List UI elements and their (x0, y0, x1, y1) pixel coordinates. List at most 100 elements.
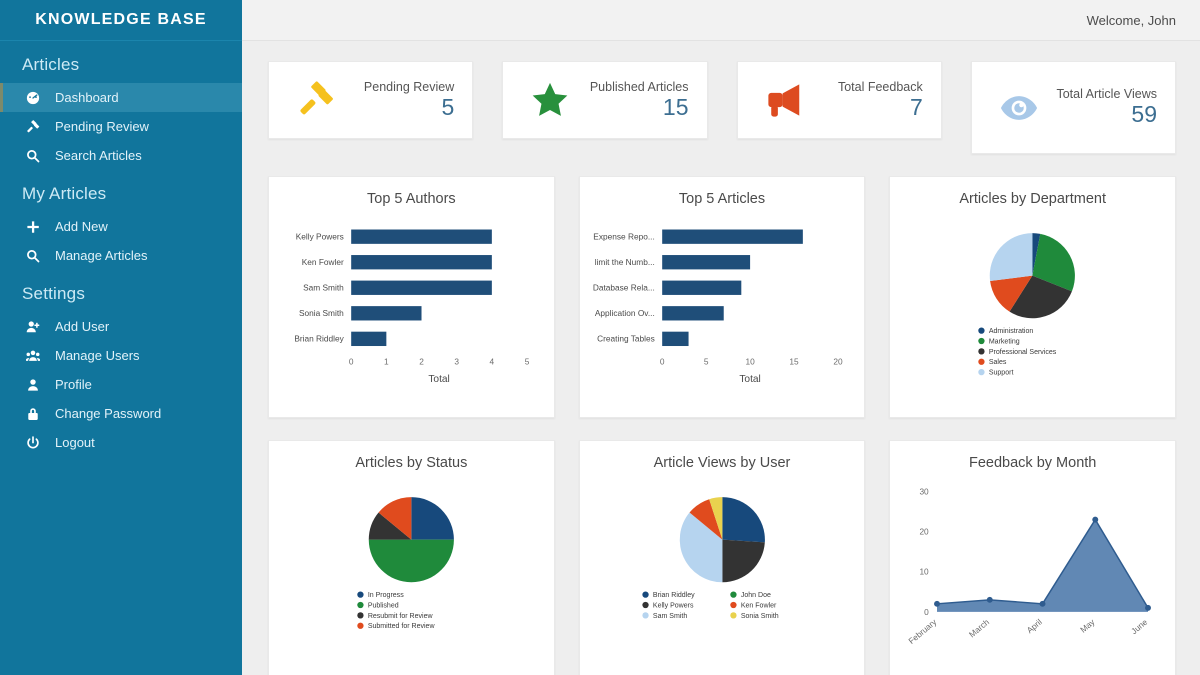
chart-plot-article-views-by-user: Brian Riddley Kelly Powers Sam Smith John D… (590, 473, 855, 673)
bar-category-label: Database Rela... (593, 283, 655, 293)
megaphone-icon (754, 81, 816, 119)
sidebar-item-manage-users[interactable]: Manage Users (0, 341, 242, 370)
kpi-value: 5 (441, 93, 455, 120)
bar-category-label: Sonia Smith (299, 308, 344, 318)
dashboard-icon (26, 90, 48, 106)
pie-slice (411, 497, 454, 540)
search-icon (26, 248, 48, 264)
chart-title: Top 5 Authors (367, 191, 456, 207)
kpi-value: 59 (1131, 101, 1157, 128)
welcome-message: Welcome, John (1086, 12, 1176, 28)
chart-card-feedback-by-month: Feedback by Month 0 10 20 30 February March Apr… (889, 440, 1177, 675)
x-tick-label: 4 (490, 357, 495, 367)
sidebar-item-label: Add User (55, 319, 110, 334)
pie-slice (722, 539, 765, 583)
x-tick-label: April (1025, 617, 1044, 635)
legend-swatch (729, 601, 737, 609)
legend-swatch (642, 591, 649, 598)
bar (351, 255, 492, 270)
sidebar-item-change-password[interactable]: Change Password (0, 399, 242, 428)
pie-slice (722, 497, 765, 543)
kpi-label: Total Feedback (837, 79, 923, 94)
sidebar-item-pending-review[interactable]: Pending Review (0, 112, 242, 141)
kpi-text: Total Article Views 59 (1050, 87, 1157, 128)
sidebar-item-manage-articles[interactable]: Manage Articles (0, 241, 242, 270)
legend-label: Kelly Powers (653, 602, 694, 609)
bar (351, 306, 422, 321)
bar (351, 331, 387, 347)
y-tick-label: 30 (920, 487, 930, 497)
bar (661, 229, 803, 244)
kpi-value: 15 (662, 93, 689, 120)
sidebar-nav: Articles Dashboard Pending Review Search Ar… (0, 41, 242, 457)
legend-label: Administration (989, 328, 1034, 335)
legend-label: Brian Riddley (653, 592, 695, 599)
kpi-card-row: Pending Review 5 Published Articles 15 Total… (268, 61, 1176, 154)
x-tick-label: 2 (419, 357, 424, 367)
bar (661, 331, 689, 347)
data-point (987, 596, 994, 603)
sidebar-item-label: Pending Review (55, 119, 149, 134)
gavel-icon (26, 119, 48, 135)
sidebar-item-label: Add New (55, 219, 108, 234)
search-icon (26, 148, 48, 164)
sidebar-group-title: Articles (22, 55, 80, 74)
legend-label: Resubmit for Review (368, 613, 434, 620)
kpi-card-pending-review[interactable]: Pending Review 5 (268, 61, 474, 139)
user-plus-icon (26, 319, 48, 335)
area-fill (937, 519, 1149, 612)
sidebar-item-label: Manage Users (55, 348, 140, 363)
sidebar-item-add-new[interactable]: Add New (0, 212, 242, 241)
power-icon (26, 435, 48, 451)
sidebar-item-search-articles[interactable]: Search Articles (0, 141, 242, 170)
bar (661, 280, 741, 295)
top-bar: Welcome, John (242, 0, 1200, 41)
star-icon (519, 81, 581, 119)
sidebar-item-label: Change Password (55, 406, 162, 421)
sidebar-item-label: Search Articles (55, 148, 142, 163)
x-tick-label: May (1078, 616, 1097, 634)
legend-label: Professional Services (989, 349, 1057, 356)
chart-title: Articles by Department (959, 191, 1107, 207)
x-tick-label: 1 (384, 357, 389, 367)
kpi-card-published-articles[interactable]: Published Articles 15 (502, 61, 708, 139)
chart-plot-articles-by-status: In Progress Published Resubmit for Review S… (279, 473, 544, 673)
sidebar-item-label: Profile (55, 377, 92, 392)
sidebar-group-title: Settings (22, 284, 86, 303)
legend-swatch (357, 612, 364, 619)
sidebar-item-label: Manage Articles (55, 248, 148, 263)
legend-label: Sales (989, 359, 1007, 366)
bar-category-label: Creating Tables (597, 334, 655, 344)
legend-swatch (357, 622, 364, 629)
sidebar-group-title: My Articles (22, 184, 107, 203)
chart-plot-top-authors: Kelly Powers Ken Fowler Sam Smith Sonia Smi… (279, 209, 544, 409)
sidebar: KNOWLEDGE BASE Articles Dashboard Pending … (0, 0, 242, 675)
bar (661, 306, 724, 321)
kpi-card-total-article-views[interactable]: Total Article Views 59 (970, 61, 1176, 154)
dashboard-page: KNOWLEDGE BASE Articles Dashboard Pending … (0, 0, 1200, 675)
sidebar-item-add-user[interactable]: Add User (0, 312, 242, 341)
data-point (1145, 604, 1152, 611)
x-tick-label: March (967, 617, 991, 640)
bar-category-label: Ken Fowler (302, 257, 344, 267)
x-tick-label: 0 (660, 357, 665, 367)
sidebar-item-label: Logout (55, 435, 95, 450)
data-point (1092, 516, 1099, 523)
bar (661, 255, 750, 270)
sidebar-item-profile[interactable]: Profile (0, 370, 242, 399)
bar-category-label: Brian Riddley (294, 334, 344, 344)
x-tick-label: June (1129, 617, 1150, 636)
chart-title: Articles by Status (355, 455, 468, 471)
x-tick-label: 5 (525, 357, 530, 367)
pie-slice (990, 233, 1033, 282)
legend-label: John Doe (741, 592, 771, 599)
kpi-label: Published Articles (589, 79, 689, 94)
sidebar-item-logout[interactable]: Logout (0, 428, 242, 457)
kpi-card-total-feedback[interactable]: Total Feedback 7 (736, 61, 942, 139)
sidebar-item-dashboard[interactable]: Dashboard (0, 83, 242, 112)
kpi-label: Pending Review (363, 79, 455, 94)
legend-label: Ken Fowler (741, 602, 777, 609)
chart-card-top-authors: Top 5 Authors Kelly Powers Ken Fowler Sam S… (268, 176, 555, 418)
bar (351, 229, 492, 244)
legend-label: Marketing (989, 338, 1020, 345)
